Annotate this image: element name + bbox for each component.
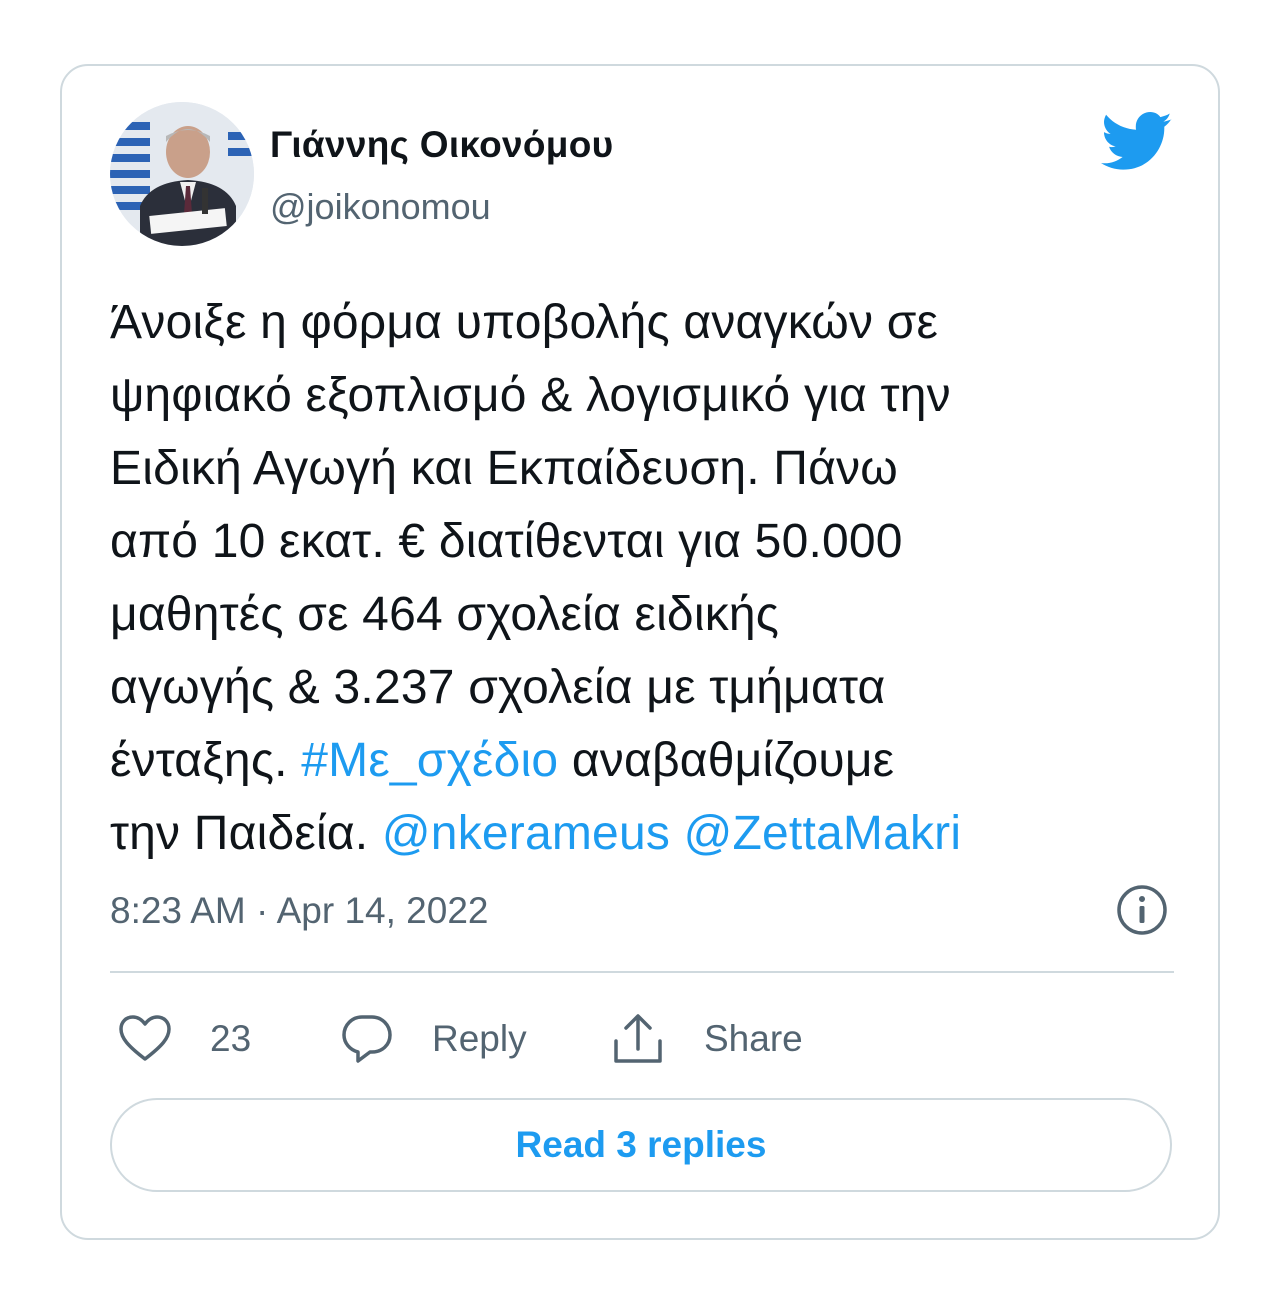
tweet-text-part1: Άνοιξε η φόρμα υποβολής αναγκών σε ψηφια…	[110, 296, 951, 787]
reply-bubble-icon	[342, 1015, 392, 1063]
tweet-timestamp[interactable]: 8:23 AM · Apr 14, 2022	[110, 890, 488, 932]
reply-button[interactable]: Reply	[340, 1006, 527, 1072]
mention-link-zettamakri[interactable]: @ZettaMakri	[684, 807, 962, 860]
twitter-bird-icon[interactable]	[1100, 112, 1174, 172]
mention-link-nkerameus[interactable]: @nkerameus	[382, 807, 670, 860]
author-handle[interactable]: @joikonomou	[270, 186, 491, 228]
read-replies-button[interactable]: Read 3 replies	[110, 1098, 1172, 1192]
tweet-header: Γιάννης Οικονόμου @joikonomou	[110, 102, 1174, 252]
avatar[interactable]	[110, 102, 254, 246]
tweet-actions: 23 Reply Share	[110, 1006, 1174, 1072]
hashtag-link[interactable]: #Με_σχέδιο	[301, 734, 558, 787]
share-icon	[614, 1014, 662, 1063]
like-button[interactable]: 23	[118, 1006, 251, 1072]
info-icon[interactable]	[1116, 884, 1168, 936]
tweet-card: Γιάννης Οικονόμου @joikonomou Άνοιξε η φ…	[60, 64, 1220, 1240]
heart-icon	[119, 1015, 171, 1061]
share-button[interactable]: Share	[610, 1006, 803, 1072]
reply-label: Reply	[432, 1018, 527, 1059]
tweet-text: Άνοιξε η φόρμα υποβολής αναγκών σε ψηφια…	[110, 286, 1190, 870]
share-label: Share	[704, 1018, 803, 1059]
author-name[interactable]: Γιάννης Οικονόμου	[270, 124, 613, 166]
avatar-photo	[110, 102, 254, 246]
divider	[110, 971, 1174, 973]
like-count: 23	[210, 1018, 252, 1059]
